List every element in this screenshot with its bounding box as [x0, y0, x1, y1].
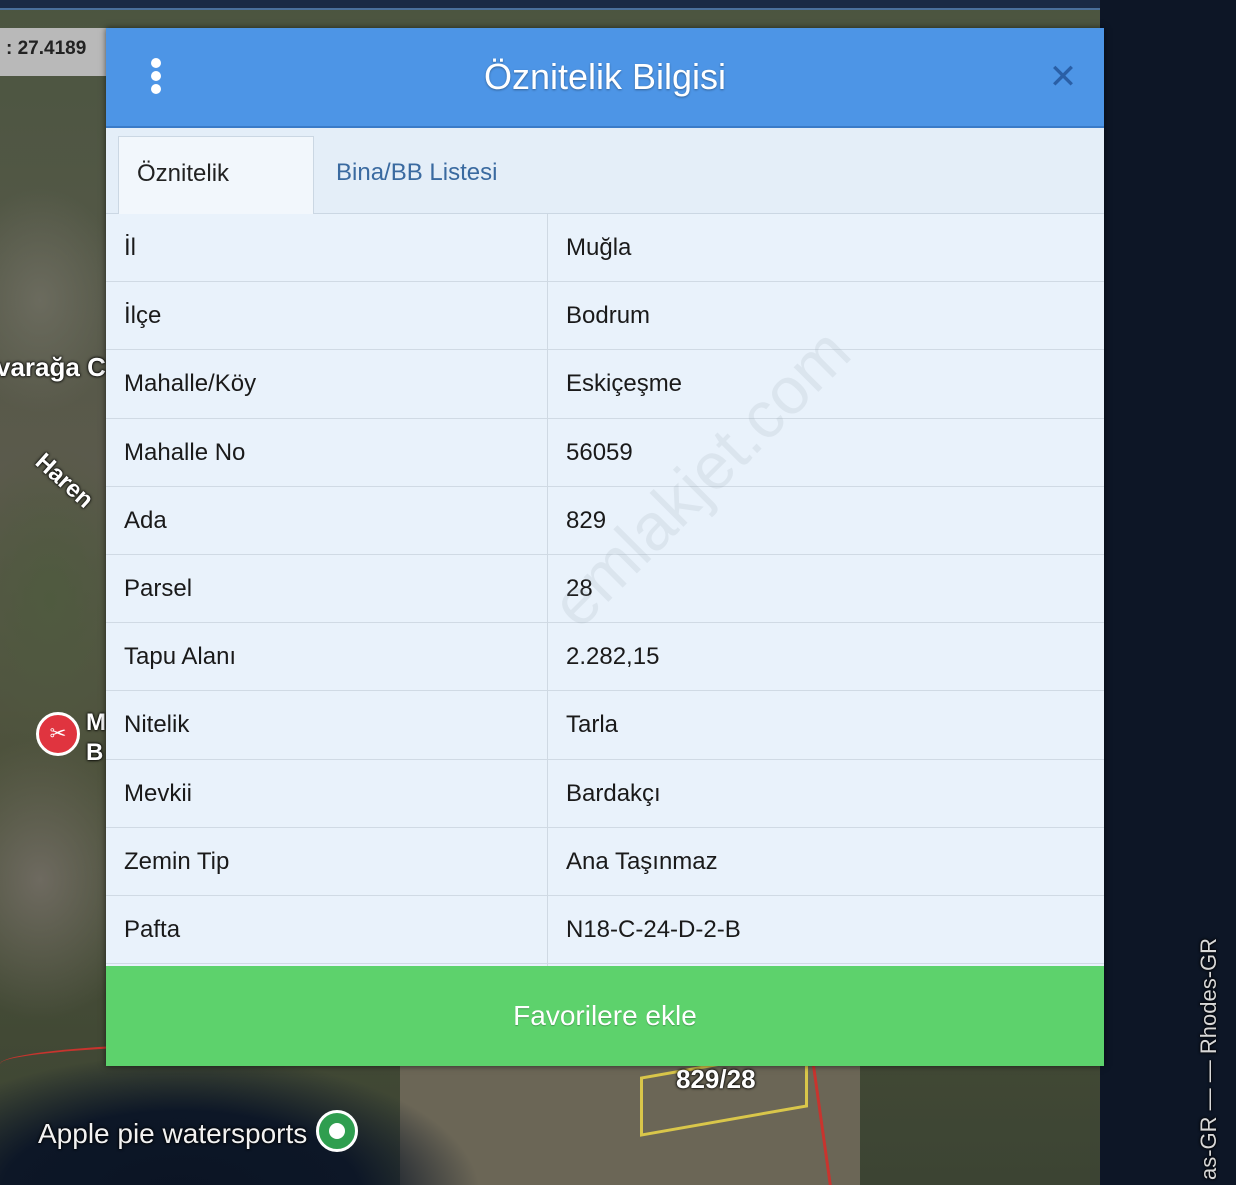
add-to-favorites-button[interactable]: Favorilere ekle	[106, 966, 1104, 1066]
dialog-title: Öznitelik Bilgisi	[483, 56, 727, 97]
row-value: Ana Taşınmaz	[566, 847, 718, 875]
row-value: 2.282,15	[566, 643, 660, 671]
map-top-band	[0, 0, 1236, 10]
row-value: Muğla	[566, 234, 632, 261]
restaurant-pin-icon[interactable]: ✂	[36, 712, 80, 756]
table-row: Nitelik Tarla	[106, 691, 1104, 760]
row-key: Mahalle/Köy	[124, 370, 257, 398]
row-key: Nitelik	[124, 711, 190, 739]
row-key: Zemin Tip	[124, 847, 230, 875]
row-key: İlçe	[124, 302, 162, 330]
map-label-mb: MB	[86, 709, 106, 766]
row-value: Bodrum	[566, 302, 651, 330]
table-row: Zemin Tip Ana Taşınmaz	[106, 827, 1104, 896]
row-value: Tarla	[566, 711, 619, 739]
tab-attribute-info[interactable]: Öznitelik Bilgisi	[118, 136, 314, 261]
table-row: Pafta N18-C-24-D-2-B	[106, 895, 1104, 965]
coordinate-readout: : 27.4189	[0, 28, 108, 76]
row-key: Ada	[124, 506, 167, 534]
row-key: Parsel	[124, 574, 193, 602]
row-key: Tapu Alanı	[124, 643, 237, 671]
map-label-haren: Haren	[29, 448, 99, 514]
row-value: Bardakçı	[566, 779, 661, 807]
row-value: N18-C-24-D-2-B	[566, 915, 741, 943]
table-row: Mevkii Bardakçı	[106, 759, 1104, 828]
table-row: İlçe Bodrum	[106, 282, 1104, 351]
parcel-label: 829/28	[676, 1064, 756, 1094]
table-row: Mahalle No 56059	[106, 418, 1104, 487]
tab-building-list[interactable]: Bina/BB Listesi	[318, 136, 515, 214]
row-key: Pafta	[124, 915, 181, 943]
place-pin-icon[interactable]	[316, 1110, 358, 1152]
row-key: İl	[124, 234, 136, 261]
row-value: Eskiçeşme	[566, 370, 683, 398]
map-label-rhodes: as-GR — — Rhodes-GR	[1196, 937, 1221, 1180]
row-key: Mevkii	[124, 779, 193, 807]
row-value: 56059	[566, 438, 633, 466]
table-row: Mahalle/Köy Eskiçeşme	[106, 350, 1104, 419]
map-label-street: varağa C	[0, 352, 106, 382]
tab-bar: Öznitelik Bilgisi Bina/BB Listesi	[106, 128, 1104, 261]
table-row: İl Muğla	[106, 214, 1104, 283]
map-label-apple-pie[interactable]: Apple pie watersports	[38, 1118, 307, 1150]
table-row: Tapu Alanı 2.282,15	[106, 623, 1104, 692]
row-key: Mahalle No	[124, 438, 246, 466]
attribute-info-dialog: Öznitelik Bilgisi ✕ Öznitelik Bilgisi Bi…	[106, 28, 1104, 1066]
close-icon[interactable]: ✕	[1046, 60, 1080, 94]
dialog-header: Öznitelik Bilgisi ✕	[106, 28, 1104, 128]
